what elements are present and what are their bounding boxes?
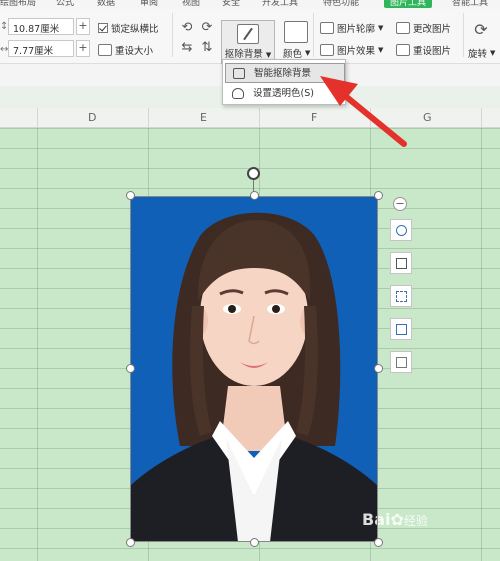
resize-handle-bottom-right[interactable] <box>374 538 383 547</box>
tab-review[interactable]: 审阅 <box>140 0 158 8</box>
paw-icon: ✿ <box>390 510 404 529</box>
change-picture-label: 更改图片 <box>413 24 452 35</box>
smart-remove-icon <box>233 68 245 79</box>
column-divider <box>259 108 260 128</box>
watermark-suffix: 经验 <box>403 514 428 528</box>
effects-icon <box>320 44 334 56</box>
picture-effects-button[interactable]: 图片效果 ▼ <box>320 43 383 57</box>
color-button[interactable]: 颜色 ▼ <box>283 46 310 60</box>
effects-icon[interactable] <box>390 351 412 373</box>
chevron-down-icon: ▼ <box>305 49 311 57</box>
column-divider <box>37 108 38 128</box>
tab-picture-tools[interactable]: 图片工具 <box>384 0 433 8</box>
tab-formula[interactable]: 公式 <box>56 0 74 8</box>
width-field[interactable]: 7.77厘米 <box>8 40 74 57</box>
tab-layout[interactable]: 绘图布局 <box>0 0 36 8</box>
rotate-icon: ⟳ <box>474 20 488 39</box>
color-icon <box>284 21 308 43</box>
column-header[interactable]: E <box>200 111 207 124</box>
rotate-handle-icon[interactable] <box>247 167 260 180</box>
column-headers: D E F G <box>0 108 500 128</box>
crop-icon[interactable] <box>390 252 412 274</box>
picture-outline-label: 图片轮廓 <box>337 24 376 35</box>
divider <box>172 13 173 57</box>
border-icon[interactable] <box>390 285 412 307</box>
transparent-color-icon <box>232 88 244 99</box>
tab-smart-tools[interactable]: 智能工具 <box>452 0 488 8</box>
reset-picture-label: 重设图片 <box>413 46 452 57</box>
resize-handle-top-right[interactable] <box>374 191 383 200</box>
tab-features[interactable]: 特色功能 <box>323 0 359 8</box>
change-picture-icon <box>396 22 410 34</box>
chevron-down-icon: ▼ <box>265 51 272 59</box>
selection-frame <box>130 196 378 542</box>
column-divider <box>148 108 149 128</box>
height-field[interactable]: 10.87厘米 <box>8 18 74 35</box>
reset-picture-icon <box>396 44 410 56</box>
height-increase-button[interactable]: + <box>76 18 90 35</box>
outline-icon <box>320 22 334 34</box>
tab-data[interactable]: 数据 <box>97 0 115 8</box>
rotate-button[interactable]: 旋转 ▼ <box>468 46 495 60</box>
menu-tabs: 绘图布局 公式 数据 审阅 视图 安全 开发工具 特色功能 图片工具 智能工具 <box>0 0 500 9</box>
change-picture-button[interactable]: 更改图片 <box>396 21 451 35</box>
zoom-icon[interactable] <box>390 219 412 241</box>
column-divider <box>481 108 482 128</box>
lock-ratio-checkbox[interactable]: 锁定纵横比 <box>98 21 159 35</box>
reset-size-label: 重设大小 <box>115 46 154 57</box>
collapse-tools-button[interactable]: − <box>393 197 407 211</box>
flip-horizontal-icon[interactable]: ⇆ <box>176 40 198 60</box>
width-increase-button[interactable]: + <box>76 40 90 57</box>
flip-vertical-icon[interactable]: ⇅ <box>196 40 218 60</box>
chevron-down-icon: ▼ <box>378 46 384 54</box>
lock-ratio-label: 锁定纵横比 <box>111 24 159 35</box>
column-header[interactable]: G <box>423 111 432 124</box>
tab-view[interactable]: 视图 <box>182 0 200 8</box>
rotate-label: 旋转 <box>468 49 488 60</box>
reset-picture-button[interactable]: 重设图片 <box>396 43 451 57</box>
column-header[interactable]: D <box>88 111 96 124</box>
chevron-down-icon: ▼ <box>490 49 496 57</box>
resize-handle-bottom[interactable] <box>250 538 259 547</box>
resize-handle-top-left[interactable] <box>126 191 135 200</box>
color-label: 颜色 <box>283 49 303 60</box>
resize-handle-right[interactable] <box>374 364 383 373</box>
picture-effects-label: 图片效果 <box>337 46 376 57</box>
reset-size-button[interactable]: 重设大小 <box>98 43 153 57</box>
resize-handle-bottom-left[interactable] <box>126 538 135 547</box>
resize-handle-top[interactable] <box>250 191 259 200</box>
rotate-right-icon[interactable]: ⟳ <box>196 20 218 40</box>
tab-developer[interactable]: 开发工具 <box>262 0 298 8</box>
remove-background-icon <box>237 24 259 44</box>
resize-handle-left[interactable] <box>126 364 135 373</box>
picture-outline-button[interactable]: 图片轮廓 ▼ <box>320 21 383 35</box>
reset-size-icon <box>98 44 112 56</box>
tab-security[interactable]: 安全 <box>222 0 240 8</box>
annotation-arrow-icon <box>320 76 407 147</box>
ribbon: ↕ 10.87厘米 + ↔ 7.77厘米 + 锁定纵横比 重设大小 ⟲ ⟳ ⇆ … <box>0 9 500 66</box>
divider <box>463 13 464 57</box>
checkbox-icon <box>98 23 108 33</box>
chevron-down-icon: ▼ <box>378 24 384 32</box>
divider <box>313 13 314 57</box>
rotate-left-icon[interactable]: ⟲ <box>176 20 198 40</box>
change-icon[interactable] <box>390 318 412 340</box>
